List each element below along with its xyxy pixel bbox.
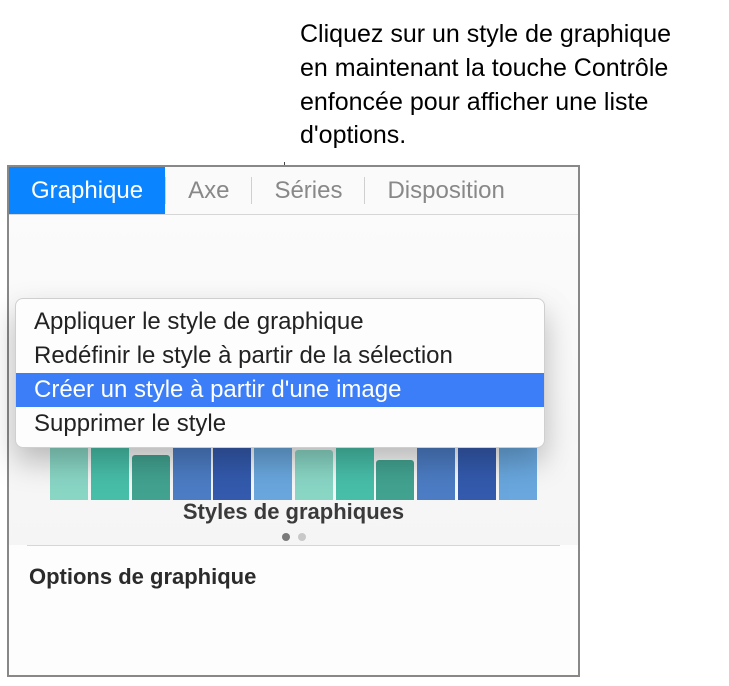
help-callout: Cliquez sur un style de graphique en mai…	[300, 18, 700, 153]
tab-disposition[interactable]: Disposition	[365, 167, 526, 214]
callout-text: Cliquez sur un style de graphique en mai…	[300, 20, 671, 149]
pager-dot[interactable]	[282, 533, 290, 541]
menu-item-label: Créer un style à partir d'une image	[34, 376, 401, 403]
tab-label: Disposition	[387, 177, 504, 205]
menu-item[interactable]: Appliquer le style de graphique	[16, 305, 544, 339]
tab-graphique[interactable]: Graphique	[9, 167, 165, 214]
thumbnail-bar	[50, 445, 88, 500]
tab-axe[interactable]: Axe	[166, 167, 251, 214]
chart-options-header[interactable]: Options de graphique	[9, 546, 578, 608]
menu-item[interactable]: Supprimer le style	[16, 407, 544, 441]
menu-item-label: Appliquer le style de graphique	[34, 308, 364, 335]
menu-item[interactable]: Redéfinir le style à partir de la sélect…	[16, 339, 544, 373]
styles-section-label: Styles de graphiques	[9, 499, 578, 525]
thumbnail-bar	[295, 450, 333, 500]
tab-label: Graphique	[31, 177, 143, 205]
thumbnail-bar	[376, 460, 414, 500]
tab-series[interactable]: Séries	[252, 167, 364, 214]
tab-label: Axe	[188, 177, 229, 205]
menu-item-label: Supprimer le style	[34, 410, 226, 437]
tab-label: Séries	[274, 177, 342, 205]
tabs-bar: Graphique Axe Séries Disposition	[9, 167, 578, 215]
context-menu: Appliquer le style de graphique Redéfinir…	[15, 298, 545, 448]
styles-pager[interactable]	[9, 533, 578, 541]
thumbnail-bar	[254, 440, 292, 500]
menu-item-label: Redéfinir le style à partir de la sélect…	[34, 342, 453, 369]
thumbnail-bar	[132, 455, 170, 500]
menu-item[interactable]: Créer un style à partir d'une image	[16, 373, 544, 407]
pager-dot[interactable]	[298, 533, 306, 541]
